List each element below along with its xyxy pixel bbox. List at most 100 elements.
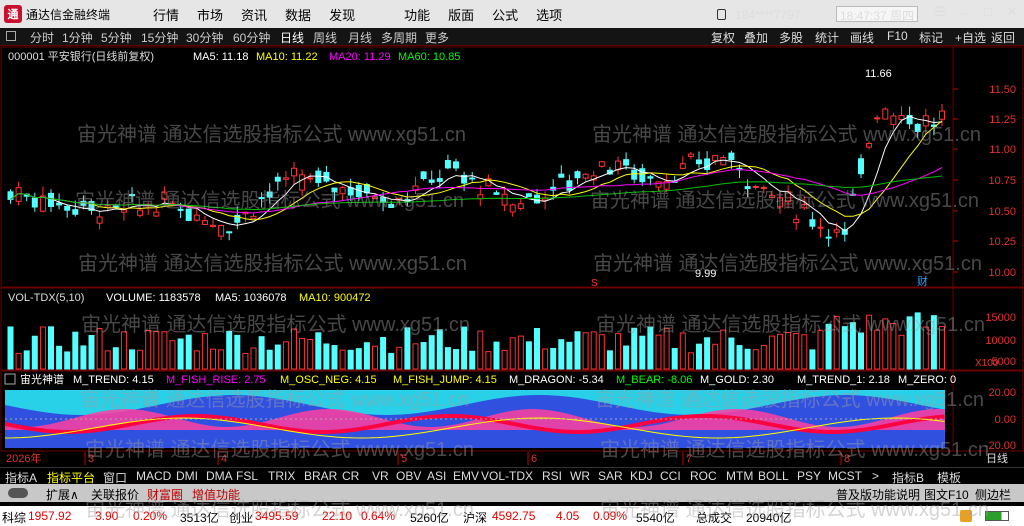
subbar-left-1[interactable]: 关联报价 (91, 486, 139, 503)
status-item-6: 3495.59 (255, 509, 299, 523)
indicator-tab-16[interactable]: WR (570, 469, 590, 483)
subbar-left-0[interactable]: 扩展∧ (46, 486, 79, 503)
candle-body (307, 177, 314, 180)
indicator-tab-11[interactable]: OBV (396, 469, 421, 483)
volume-bar (39, 326, 46, 370)
candle-body (161, 191, 168, 200)
status-item-5: 创业 (229, 511, 254, 525)
candle-body (704, 158, 711, 171)
volume-bar (31, 335, 38, 370)
volume-bar (48, 326, 54, 370)
indicator-item-8: M_ZERO: 0 (898, 374, 956, 386)
volume-bar (866, 314, 873, 370)
candle-body (453, 161, 459, 169)
volume-bar (485, 351, 492, 370)
indicator-item-2: M_OSC_NEG: 4.15 (280, 374, 377, 386)
candle-body (817, 226, 824, 229)
date-period-label: 日线 (986, 451, 1008, 465)
volume-bar (534, 328, 540, 370)
indicator-tab-5[interactable]: DMA (206, 469, 233, 483)
status-bar: 科综 1957.92 3.90 0.20% 3513亿 创业 3495.59 22.10 0.6… (0, 506, 1024, 526)
indicator-tab-8[interactable]: BRAR (304, 469, 337, 483)
indicator-tab-13[interactable]: EMV (453, 469, 479, 483)
indicator-tab-7[interactable]: TRIX (268, 469, 295, 483)
month-label: 3 (88, 453, 94, 465)
candle-body (177, 208, 184, 211)
volume-bar (501, 349, 508, 370)
candle-body (679, 163, 686, 169)
indicator-tab-17[interactable]: SAR (598, 469, 623, 483)
volume-bar (671, 347, 678, 370)
indicator-item-5: M_BEAR: -8.06 (616, 374, 692, 386)
indicator-tab-3[interactable]: MACD (136, 469, 171, 483)
candle-body (291, 167, 297, 177)
indicator-tab-14[interactable]: VOL-TDX (481, 469, 533, 483)
volume-bar (396, 346, 403, 370)
indicator-tab-18[interactable]: KDJ (630, 469, 653, 483)
subbar-left-3[interactable]: 增值功能 (192, 486, 240, 503)
toggle-icon[interactable] (8, 488, 28, 498)
volume-bar (493, 341, 500, 370)
indicator-tab-23[interactable]: PSY (797, 469, 821, 483)
volume-bar (64, 351, 71, 370)
volume-bar (939, 326, 945, 370)
chart-area[interactable]: 11.50 11.25 11.00 10.75 10.50 10.25 10.00 00000… (0, 0, 1024, 467)
indicator-pane-icon (4, 373, 16, 385)
volume-bar (817, 329, 824, 370)
candle-body (898, 115, 905, 121)
price-axis-label: 10.50 (988, 206, 1016, 218)
indicator-item-0: M_TREND: 4.15 (73, 374, 154, 386)
subbar-right-0[interactable]: 普及版功能说明 (836, 486, 920, 503)
indicator-tab-20[interactable]: ROC (690, 469, 717, 483)
volume-bar (88, 334, 95, 370)
volume-bar (331, 345, 338, 370)
volume-bar (129, 349, 135, 370)
candle-body (534, 194, 540, 204)
volume-bar (339, 349, 346, 370)
status-item-4: 3513亿 (180, 511, 219, 525)
candle-body (420, 171, 427, 180)
indicator-tab-6[interactable]: FSL (236, 469, 258, 483)
candle-body (760, 186, 767, 189)
indicator-tab-12[interactable]: ASI (427, 469, 446, 483)
indicator-tab-15[interactable]: RSI (542, 469, 562, 483)
indicator-tab-4[interactable]: DMI (176, 469, 198, 483)
volume-bar (509, 337, 516, 370)
volume-bar (210, 348, 216, 370)
volume-bar (266, 349, 273, 370)
subbar-left-2[interactable]: 财富圈 (147, 486, 183, 503)
high-price-label: 11.66 (865, 68, 892, 80)
indicator-tab-19[interactable]: CCI (660, 469, 681, 483)
indicator-tab-21[interactable]: MTM (726, 469, 753, 483)
status-item-7: 22.10 (322, 509, 353, 523)
indicator-tab-9[interactable]: CR (342, 469, 359, 483)
candle-body (250, 215, 257, 219)
tab-scroll-right[interactable]: > (872, 469, 879, 483)
volume-bar (258, 336, 265, 370)
volume-bar (80, 345, 87, 370)
candle-body (185, 208, 192, 221)
price-axis-label: 11.25 (989, 114, 1016, 126)
candle-body (210, 224, 216, 227)
alert-icon[interactable] (960, 510, 972, 522)
subbar-right-1[interactable]: 图文F10 (924, 486, 969, 503)
candle-body (331, 187, 338, 193)
volume-bar (242, 352, 249, 370)
candle-body (39, 195, 46, 212)
volume-bar (145, 330, 152, 370)
volume-bar (469, 350, 476, 370)
volume-bar (307, 339, 314, 370)
month-label: 8 (844, 453, 850, 465)
indicator-item-1: M_FISH_RISE: 2.75 (166, 374, 266, 386)
indicator-tab-22[interactable]: BOLL (758, 469, 789, 483)
status-item-1: 1957.92 (28, 509, 72, 523)
volume-bar (453, 349, 459, 370)
subbar-right-2[interactable]: 侧边栏 (975, 486, 1011, 503)
volume-axis-label: 10000 (985, 335, 1016, 347)
indicator-tab-10[interactable]: VR (372, 469, 389, 483)
volume-bar (825, 323, 832, 370)
indicator-tab-24[interactable]: MCST (828, 469, 862, 483)
volume-bar (112, 347, 119, 370)
volume-bar (922, 326, 929, 370)
candle-body (517, 203, 524, 210)
